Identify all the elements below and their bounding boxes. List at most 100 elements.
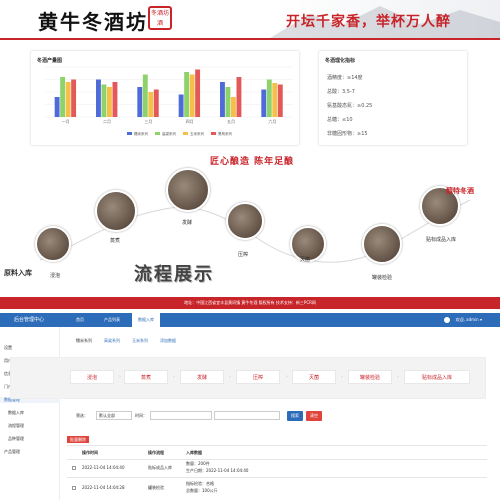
nav-home[interactable]: 首页: [70, 313, 90, 327]
table-cell-time: 2022-11-04 14:04:28: [82, 485, 125, 490]
legend-label: 黑枸系列: [218, 131, 232, 136]
bar: [107, 87, 112, 117]
table-cell-time: 2022-11-04 14:04:40: [82, 465, 125, 470]
x-tick-label: 五月: [227, 119, 235, 124]
user-menu[interactable]: 欢迎, admin ▾: [456, 313, 482, 327]
indicator-row: 非糖固形物：≥15: [327, 131, 368, 137]
row-checkbox[interactable]: [72, 486, 76, 490]
sidebar-item-settings[interactable]: 设置: [4, 345, 12, 351]
bar: [153, 89, 159, 117]
chevron-right-icon: ›: [397, 374, 399, 380]
filter-select[interactable]: 默认全部: [96, 411, 132, 420]
bar: [184, 72, 190, 117]
sidebar-item-data-entry[interactable]: 数据入库: [8, 410, 24, 416]
sidebar-item-products[interactable]: 产品管理: [4, 449, 20, 455]
bar: [148, 92, 154, 117]
step-label: 发酵: [182, 220, 193, 226]
start-date-input[interactable]: [150, 411, 212, 420]
flow-step[interactable]: 灭菌: [292, 370, 336, 384]
batch-delete-button[interactable]: 批量删除: [67, 436, 89, 443]
reset-button[interactable]: 清空: [306, 411, 322, 421]
flow-step[interactable]: 发酵: [180, 370, 224, 384]
bar: [137, 87, 143, 117]
tab-glutinous[interactable]: 糯米系列: [76, 338, 92, 344]
legend-label: 高粱系列: [162, 131, 176, 136]
bar: [60, 77, 66, 117]
table-cell-data: 总数量：100公斤: [186, 488, 218, 493]
x-tick-label: 一月: [62, 119, 70, 124]
sidebar-item-flow[interactable]: 流程管理: [8, 423, 24, 429]
step-label: 罐装检验: [372, 275, 393, 281]
nav-product-list[interactable]: 产品列表: [98, 313, 126, 327]
step-image-soak: [35, 226, 71, 262]
raw-material-label: 原料入库: [4, 269, 32, 277]
admin-sidebar: 设置 用户管理 信息中心 门户管理 数据管理 数据入库 流程管理 品种管理 产品…: [0, 327, 60, 500]
bar: [112, 82, 118, 117]
table-divider: [67, 445, 487, 446]
step-label: 灭菌: [300, 257, 311, 263]
chevron-right-icon: ›: [173, 374, 175, 380]
step-label: 压榨: [238, 252, 249, 258]
avatar[interactable]: [444, 317, 450, 323]
table-divider: [67, 477, 487, 478]
chevron-right-icon: ›: [286, 374, 288, 380]
legend-label: 玉米系列: [190, 131, 204, 136]
flow-step[interactable]: 压榨: [236, 370, 280, 384]
x-tick-label: 四月: [186, 119, 194, 124]
page: 黄牛冬酒坊 冬酒坊酒 开坛千家香，举杯万人醉 冬酒产量图 一月 二月 三月 四月 五月六…: [0, 0, 500, 500]
slogan: 开坛千家香，举杯万人醉: [286, 14, 451, 30]
indicator-row: 总糖：≤10: [327, 117, 353, 123]
indicators-card: 冬酒理化指标 酒精度：≥14度 总酸：3.5-7 氨基酸态氮：≥0.25 总糖：…: [318, 50, 468, 146]
table-cell-step: 贴标成品入库: [148, 465, 172, 470]
flow-step[interactable]: 贴标成品入库: [404, 370, 470, 384]
product-label: 醇特冬酒: [446, 187, 474, 195]
x-tick-label: 二月: [103, 119, 111, 124]
step-image-press: [226, 202, 264, 240]
legend-swatch: [155, 132, 160, 135]
site-header: 黄牛冬酒坊 冬酒坊酒 开坛千家香，举杯万人醉: [0, 0, 500, 38]
bar: [195, 69, 201, 117]
step-image-bottling: [362, 224, 402, 264]
bar: [65, 82, 71, 117]
table-cell-data: 数量：200件: [186, 461, 210, 466]
tab-add-data[interactable]: 添加数据: [160, 338, 176, 344]
bar: [189, 74, 195, 117]
step-image-steam: [95, 190, 137, 232]
bar: [54, 97, 60, 117]
step-label: 浸泡: [50, 273, 61, 279]
step-label: 蒸煮: [110, 238, 121, 244]
tab-corn[interactable]: 玉米系列: [132, 338, 148, 344]
flow-step[interactable]: 蒸煮: [124, 370, 168, 384]
row-checkbox[interactable]: [72, 466, 76, 470]
tab-sorghum[interactable]: 高粱系列: [104, 338, 120, 344]
bar: [178, 94, 184, 117]
indicator-row: 氨基酸态氮：≥0.25: [327, 103, 373, 109]
table-cell-data: 生产日期：2022-11-04 14:04:40: [186, 468, 249, 473]
bar: [71, 79, 77, 117]
indicators-title: 冬酒理化指标: [325, 58, 356, 64]
bar: [225, 87, 231, 117]
legend-swatch: [127, 132, 132, 135]
search-button[interactable]: 搜索: [287, 411, 303, 421]
bar: [96, 79, 101, 117]
sidebar-item-variety[interactable]: 品种管理: [8, 436, 24, 442]
chevron-right-icon: ›: [341, 374, 343, 380]
bar: [272, 83, 278, 117]
table-cell-step: 罐装检验: [148, 485, 164, 490]
flow-step[interactable]: 罐装检验: [348, 370, 392, 384]
legend-swatch: [183, 132, 188, 135]
table-header-data: 入库数据: [186, 450, 202, 455]
end-date-input[interactable]: [214, 411, 280, 420]
indicator-row: 酒精度：≥14度: [327, 75, 363, 81]
indicator-row: 总酸：3.5-7: [327, 89, 355, 95]
bar: [236, 77, 242, 117]
system-name: 后台管理中心: [14, 317, 45, 323]
table-header-time: 操作时间: [82, 450, 98, 455]
table-divider: [67, 459, 487, 460]
bar: [142, 74, 148, 117]
legend-label: 糯米系列: [134, 131, 148, 136]
table-cell-data: 指标检验：合格: [186, 481, 214, 486]
flow-step[interactable]: 浸泡: [70, 370, 114, 384]
nav-data-entry[interactable]: 数据入库: [132, 313, 160, 327]
step-label: 贴标成品入库: [426, 237, 457, 243]
